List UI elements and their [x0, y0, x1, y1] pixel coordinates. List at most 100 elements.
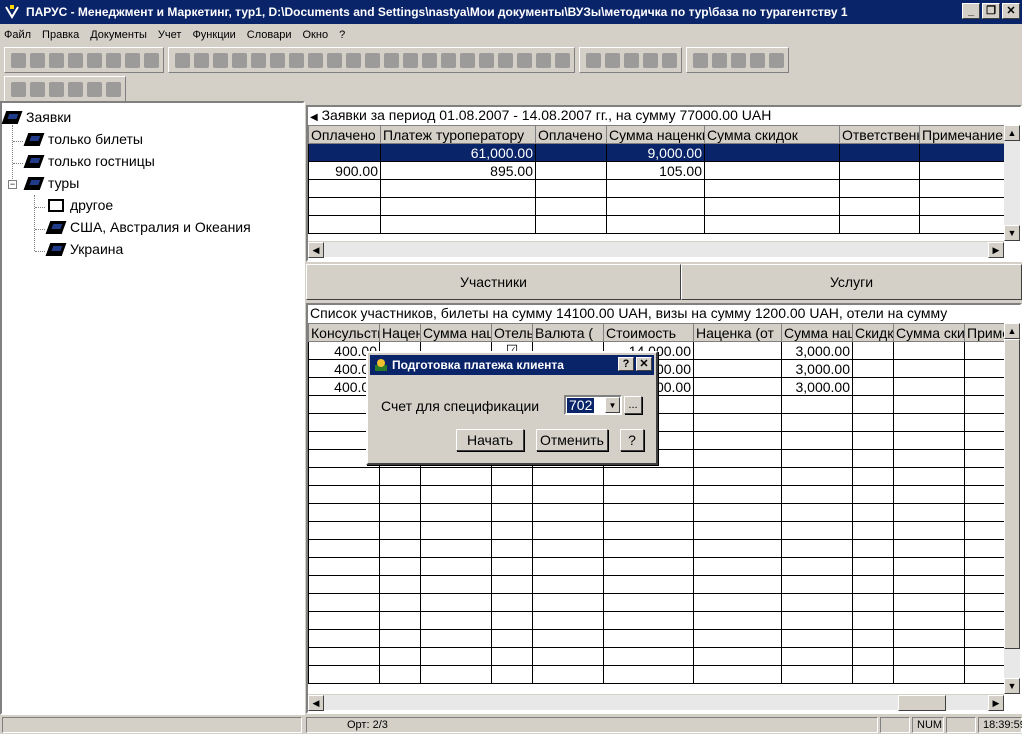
tool-icon-12[interactable]: [384, 52, 399, 68]
cell[interactable]: [964, 647, 1005, 666]
scroll-down-icon[interactable]: ▼: [1004, 678, 1020, 694]
tree-node-ukraine[interactable]: Украина: [45, 241, 123, 257]
cell[interactable]: [491, 557, 533, 576]
cell[interactable]: [420, 593, 492, 612]
cell[interactable]: [781, 521, 853, 540]
globe-icon[interactable]: [11, 81, 26, 97]
table-row[interactable]: [308, 611, 1005, 630]
cell[interactable]: [308, 593, 380, 612]
cell[interactable]: [893, 449, 965, 468]
cell[interactable]: [379, 593, 421, 612]
cell[interactable]: [603, 665, 694, 684]
filter-icon[interactable]: [87, 52, 102, 68]
cell[interactable]: [964, 629, 1005, 648]
cell[interactable]: [919, 143, 1005, 162]
table-row[interactable]: [308, 593, 1005, 612]
cell[interactable]: [603, 575, 694, 594]
dialog-help-button[interactable]: ?: [618, 357, 634, 371]
col-header[interactable]: Сумма наценки: [606, 125, 705, 144]
cell[interactable]: [693, 485, 782, 504]
cell[interactable]: [964, 521, 1005, 540]
agent-icon[interactable]: [750, 52, 765, 68]
cell[interactable]: [704, 143, 840, 162]
tool-icon-5[interactable]: [251, 52, 266, 68]
cell[interactable]: [781, 449, 853, 468]
menu-help[interactable]: ?: [339, 29, 345, 41]
cell[interactable]: [420, 629, 492, 648]
dialog-help-icon-button[interactable]: ?: [620, 429, 644, 451]
participants-vscroll[interactable]: ▲ ▼: [1004, 323, 1020, 694]
cell[interactable]: [308, 575, 380, 594]
col-header[interactable]: Сумма скидок: [704, 125, 840, 144]
cell[interactable]: [603, 593, 694, 612]
tree-node-tickets[interactable]: только билеты: [23, 131, 143, 147]
cell[interactable]: [693, 413, 782, 432]
tool-icon-19[interactable]: [517, 52, 532, 68]
table-row[interactable]: [308, 485, 1005, 504]
cell[interactable]: [693, 539, 782, 558]
cell[interactable]: [532, 557, 604, 576]
cell[interactable]: [603, 629, 694, 648]
col-header[interactable]: Ответственный: [839, 125, 920, 144]
scroll-up-icon[interactable]: ▲: [1004, 125, 1020, 141]
scroll-left-icon[interactable]: ◀: [308, 695, 324, 711]
tool-icon-b5[interactable]: [87, 81, 102, 97]
tree-node-other[interactable]: другое: [48, 197, 113, 213]
cell[interactable]: [532, 647, 604, 666]
cell[interactable]: [308, 467, 380, 486]
cell[interactable]: [893, 341, 965, 360]
tool-icon-4[interactable]: [232, 52, 247, 68]
cell[interactable]: [308, 629, 380, 648]
cell[interactable]: [491, 593, 533, 612]
col-header[interactable]: Наценка (от: [693, 323, 782, 342]
cell[interactable]: [781, 485, 853, 504]
cell[interactable]: [964, 539, 1005, 558]
scroll-left-icon[interactable]: ◀: [308, 242, 324, 258]
menu-dictionaries[interactable]: Словари: [247, 29, 292, 41]
cell[interactable]: [603, 503, 694, 522]
menu-documents[interactable]: Документы: [90, 29, 147, 41]
cell[interactable]: [893, 593, 965, 612]
cell[interactable]: [603, 485, 694, 504]
cell[interactable]: 900.00: [308, 161, 381, 180]
cell[interactable]: [693, 647, 782, 666]
scroll-up-icon[interactable]: ▲: [1004, 323, 1020, 339]
tool-icon-7[interactable]: [289, 52, 304, 68]
cell[interactable]: 895.00: [380, 161, 536, 180]
user-icon[interactable]: [308, 52, 323, 68]
col-header[interactable]: Сумма наценки: [781, 323, 853, 342]
cell[interactable]: [964, 467, 1005, 486]
cell[interactable]: [308, 485, 380, 504]
cell[interactable]: [532, 665, 604, 684]
cell[interactable]: [893, 359, 965, 378]
tool-icon-26[interactable]: [662, 52, 677, 68]
caption-left-arrow-icon[interactable]: ◀: [310, 112, 318, 123]
delete-record-icon[interactable]: [68, 52, 83, 68]
menu-functions[interactable]: Функции: [192, 29, 235, 41]
cell[interactable]: [379, 467, 421, 486]
cell[interactable]: [852, 449, 894, 468]
table-row[interactable]: [308, 503, 1005, 522]
tool-icon-3[interactable]: [213, 52, 228, 68]
cell[interactable]: [893, 485, 965, 504]
table-row-selected[interactable]: 61,000.00 9,000.00: [308, 143, 1005, 162]
cell[interactable]: [893, 413, 965, 432]
cell[interactable]: [491, 467, 533, 486]
tool-icon-2[interactable]: [194, 52, 209, 68]
cell[interactable]: [491, 539, 533, 558]
cell[interactable]: [308, 611, 380, 630]
cell[interactable]: [693, 359, 782, 378]
cell[interactable]: [852, 539, 894, 558]
cell[interactable]: [491, 575, 533, 594]
cell[interactable]: [379, 485, 421, 504]
col-header[interactable]: Примечание: [964, 323, 1005, 342]
cell[interactable]: [532, 629, 604, 648]
cell[interactable]: [693, 629, 782, 648]
cell[interactable]: [420, 467, 492, 486]
refresh-icon[interactable]: [106, 52, 121, 68]
calculator-icon[interactable]: [693, 52, 708, 68]
cell[interactable]: [420, 611, 492, 630]
col-header[interactable]: Оплачено: [308, 125, 381, 144]
col-header[interactable]: Наценка: [379, 323, 421, 342]
currency-icon[interactable]: [586, 52, 601, 68]
